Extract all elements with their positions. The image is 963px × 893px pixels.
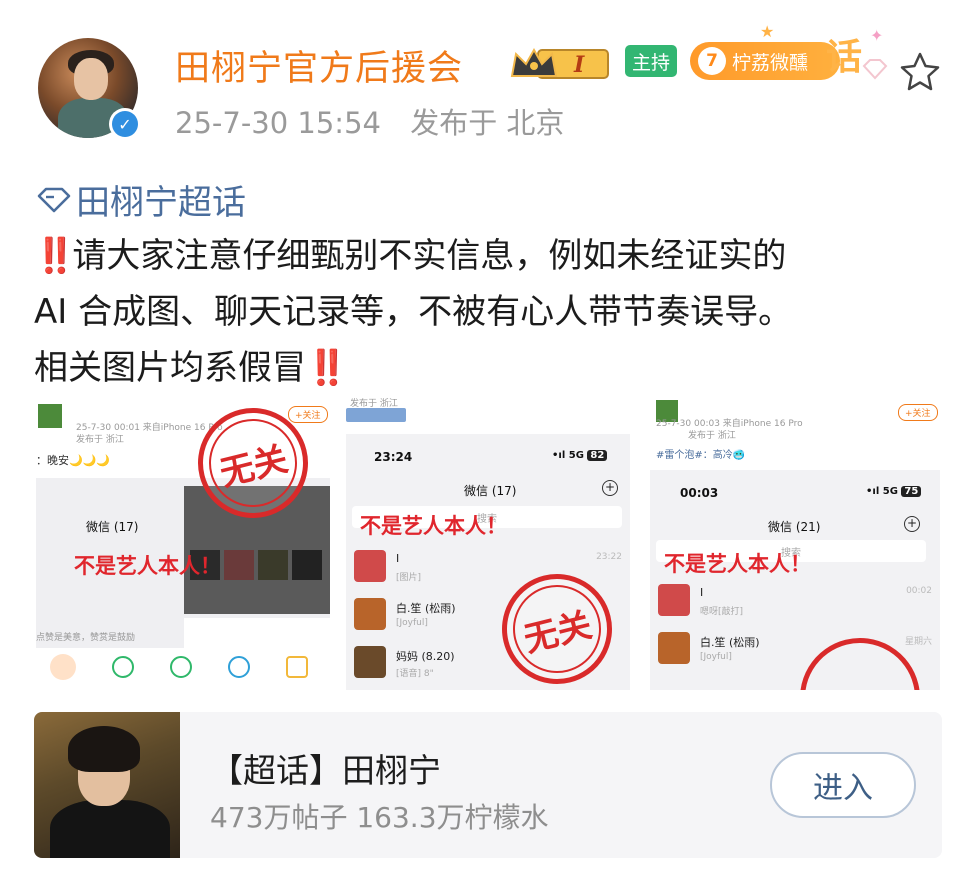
post-line-1: ‼️请大家注意仔细甄别不实信息，例如未经证实的	[34, 236, 787, 276]
moments-share-icon	[170, 656, 192, 678]
mini-meta-location: 发布于 浙江	[76, 435, 124, 445]
wechat-title: 微信 (21)	[768, 520, 821, 534]
card-title: 【超话】田栩宁	[210, 751, 441, 790]
mini-follow-button: +关注	[288, 406, 328, 423]
topic-link[interactable]: 田栩宁超话	[36, 175, 246, 224]
mini-meta-location: 发布于 浙江	[688, 431, 736, 441]
post-body: ‼️请大家注意仔细甄别不实信息，例如未经证实的 AI 合成图、聊天记录等，不被有…	[34, 228, 944, 396]
mini-caption: ：晚安🌙🌙🌙	[36, 454, 111, 467]
status-signal: •ıl 5G 82	[552, 450, 608, 461]
post-line-3: 相关图片均系假冒‼️	[34, 348, 348, 388]
crown-badge-icon: I	[510, 47, 609, 79]
fan-badge-label: 柠荔微醺	[732, 51, 809, 74]
add-icon: +	[602, 480, 618, 496]
card-stats: 473万帖子 163.3万柠檬水	[210, 801, 549, 834]
diamond-icon	[862, 59, 888, 80]
post-image-3[interactable]: 25-7-30 00:03 来自iPhone 16 Pro 发布于 浙江 +关注…	[650, 394, 940, 690]
image-grid: 25-7-30 00:01 来自iPhone 16 Pro 发布于 浙江 +关注…	[36, 394, 940, 690]
mini-footer: 点赞是美意，赞赏是鼓励	[36, 633, 136, 643]
fan-level-badge[interactable]: 7 柠荔微醺	[690, 42, 840, 80]
not-artist-note: 不是艺人本人！	[664, 552, 811, 576]
sparkle-icon: ✦	[870, 26, 884, 45]
post-image-1[interactable]: 25-7-30 00:01 来自iPhone 16 Pro 发布于 浙江 +关注…	[36, 394, 330, 690]
super-topic-icon	[37, 187, 71, 212]
alert-icon: ‼️	[34, 236, 76, 276]
level-badge-icon	[346, 408, 406, 422]
fan-level-number: 7	[698, 47, 726, 75]
status-time: 23:24	[374, 450, 413, 464]
mini-caption: #雷个泡#：高冷🥶	[656, 450, 746, 461]
topic-cover-image	[34, 712, 180, 858]
post-line-2: AI 合成图、聊天记录等，不被有心人带节奏误导。	[34, 292, 793, 332]
alert-icon: ‼️	[306, 348, 348, 388]
wechat-title: 微信 (17)	[86, 520, 139, 534]
enter-button[interactable]: 进入	[770, 752, 916, 818]
qq-share-icon	[228, 656, 250, 678]
favorite-star-icon[interactable]	[898, 50, 942, 94]
mini-follow-button: +关注	[898, 404, 938, 421]
wechat-title: 微信 (17)	[464, 484, 517, 498]
star-deco-icon: ★	[760, 22, 775, 41]
mini-avatar	[38, 404, 62, 428]
not-artist-note: 不是艺人本人！	[74, 554, 221, 578]
host-badge: 主持	[625, 45, 677, 77]
post-meta: 25-7-30 15:54 发布于 北京	[175, 100, 584, 142]
add-icon: +	[904, 516, 920, 532]
post-location: 发布于 北京	[410, 106, 565, 140]
status-time: 00:03	[680, 486, 719, 500]
wechat-share-icon	[112, 656, 134, 678]
chat-row: I 嗯呀[敲打] 00:02	[658, 578, 940, 624]
verified-icon: ✓	[109, 108, 141, 140]
svg-text:I: I	[573, 52, 585, 78]
reward-icon	[50, 654, 76, 680]
not-artist-note: 不是艺人本人！	[360, 514, 507, 538]
note-share-icon	[286, 656, 308, 678]
topic-badge-glyph: 话	[826, 37, 863, 78]
author-name[interactable]: 田栩宁官方后援会	[175, 40, 463, 91]
super-topic-card[interactable]: 【超话】田栩宁 473万帖子 163.3万柠檬水 进入	[34, 712, 942, 858]
post-header: ✓ 田栩宁官方后援会 I 主持 7 柠荔微醺 话 ✦ ★ 25-7-30 15:…	[0, 0, 963, 150]
post-timestamp: 25-7-30 15:54	[175, 106, 381, 140]
status-signal: •ıl 5G 75	[866, 486, 922, 497]
topic-label: 田栩宁超话	[76, 183, 246, 223]
post-image-2[interactable]: 发布于 浙江 23:24 •ıl 5G 82 微信 (17) + 搜索 不是艺人…	[346, 394, 630, 690]
